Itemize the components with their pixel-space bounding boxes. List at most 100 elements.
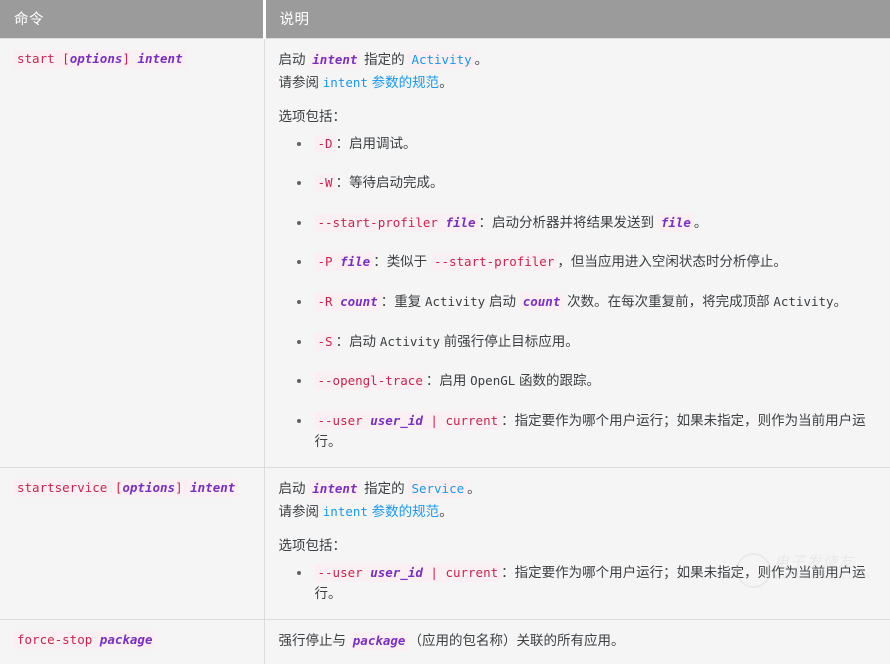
intent-spec-link-label: 参数的规范 — [368, 504, 439, 519]
command-code-startservice-token: intent — [190, 480, 235, 495]
desc1-intent-inline-code: intent — [309, 51, 360, 69]
option-description-text: 重复 — [394, 294, 425, 309]
option-description-text: 启动分析器并将结果发送到 — [492, 215, 658, 230]
option-code-token: count — [340, 294, 378, 309]
command-code-force-stop-token: package — [100, 632, 153, 647]
intent-spec-link-label: 参数的规范 — [368, 75, 439, 90]
description-cell-startservice: 启动 intent 指定的 Service。请参阅 intent 参数的规范。选… — [264, 468, 890, 620]
desc1-mid-text: 指定的 — [360, 481, 408, 496]
desc1-class-inline-code: Service — [408, 480, 467, 498]
option-item: --user user_id | current：指定要作为哪个用户运行；如果未… — [279, 410, 877, 453]
desc1-class-inline-code: Activity — [408, 51, 474, 69]
option-description-inline-code-token: count — [523, 294, 561, 309]
option-code: --start-profiler file — [315, 214, 479, 232]
command-code-force-stop: force-stop package — [14, 631, 155, 649]
desc1-pre-text: 启动 — [279, 52, 310, 67]
desc1-intent-inline-code: intent — [309, 480, 360, 498]
command-code-start-token: ] — [122, 51, 137, 66]
option-code: -W — [315, 174, 336, 192]
option-description-text: 启用调试。 — [349, 136, 417, 151]
command-code-force-stop-token: force-stop — [17, 632, 100, 647]
description-cell-force-stop: 强行停止与 package（应用的包名称）关联的所有应用。 — [264, 619, 890, 664]
description-paragraph: 强行停止与 package（应用的包名称）关联的所有应用。 — [279, 629, 877, 652]
option-description-text: 启动 — [349, 334, 380, 349]
option-separator-text: ： — [479, 215, 493, 230]
option-item: --start-profiler file：启动分析器并将结果发送到 file。 — [279, 212, 877, 234]
option-item: -P file：类似于 --start-profiler，但当应用进入空闲状态时… — [279, 251, 877, 273]
option-description-text: 前强行停止目标应用。 — [440, 334, 579, 349]
option-item: -W：等待启动完成。 — [279, 172, 877, 194]
option-description-text: 函数的跟踪。 — [515, 373, 600, 388]
option-code-token: user_id — [370, 413, 423, 428]
option-code-token: --opengl-trace — [318, 373, 423, 388]
option-code-token: --user — [318, 413, 371, 428]
command-code-start-token: intent — [137, 51, 182, 66]
desc1-mid-text: 指定的 — [360, 52, 408, 67]
option-code-token: --user — [318, 565, 371, 580]
command-code-start-token: [ — [62, 51, 70, 66]
option-description-text: 启动 — [485, 294, 520, 309]
option-description-inline-code: count — [520, 293, 564, 311]
desc1-post-text: 。 — [467, 481, 481, 496]
option-description-inline-code: file — [658, 214, 694, 232]
command-cell-force-stop: force-stop package — [0, 619, 264, 664]
option-separator-text: ： — [336, 334, 350, 349]
spacer — [279, 523, 877, 534]
description-cell-start: 启动 intent 指定的 Activity。请参阅 intent 参数的规范。… — [264, 39, 890, 468]
command-code-startservice: startservice [options] intent — [14, 479, 238, 497]
option-description-inline-mono: Activity — [380, 334, 440, 349]
option-code-token: -S — [318, 334, 333, 349]
description-line-2: 请参阅 intent 参数的规范。 — [279, 500, 877, 523]
description-text: （应用的包名称）关联的所有应用。 — [408, 633, 624, 648]
option-code: -S — [315, 333, 336, 351]
command-code-startservice-token: options — [122, 480, 175, 495]
option-description-text: ，但当应用进入空闲状态时分析停止。 — [557, 254, 787, 269]
desc1-pre-text: 启动 — [279, 481, 310, 496]
desc2-post-text: 。 — [439, 75, 453, 90]
option-code-token: -P — [318, 254, 341, 269]
option-code: --user user_id | current — [315, 564, 502, 582]
option-separator-text: ： — [426, 373, 440, 388]
desc1-post-text: 。 — [475, 52, 489, 67]
command-cell-start: start [options] intent — [0, 39, 264, 468]
option-separator-text: ： — [373, 254, 387, 269]
option-description-inline-code-token: --start-profiler — [434, 254, 554, 269]
option-code: -D — [315, 135, 336, 153]
option-description-text: 。 — [694, 215, 708, 230]
description-text: 强行停止与 — [279, 633, 350, 648]
options-list: -D：启用调试。-W：等待启动完成。--start-profiler file：… — [279, 133, 877, 453]
option-description-text: 类似于 — [387, 254, 431, 269]
option-description-text: 等待启动完成。 — [349, 175, 444, 190]
desc1-intent-inline-code-token: intent — [312, 481, 357, 496]
option-code-token: user_id — [370, 565, 423, 580]
option-description-inline-code: --start-profiler — [431, 253, 557, 271]
command-code-start-token: start — [17, 51, 62, 66]
option-code: -R count — [315, 293, 381, 311]
option-item: -S：启动 Activity 前强行停止目标应用。 — [279, 331, 877, 353]
option-code-token: file — [340, 254, 370, 269]
command-code-startservice-token: ] — [175, 480, 190, 495]
option-separator-text: ： — [501, 413, 515, 428]
intent-spec-link[interactable]: intent 参数的规范 — [323, 504, 439, 519]
command-code-start-token: options — [70, 51, 123, 66]
desc2-pre-text: 请参阅 — [279, 504, 323, 519]
option-separator-text: ： — [336, 175, 350, 190]
option-code-token: -D — [318, 136, 333, 151]
option-code: --user user_id | current — [315, 412, 502, 430]
intent-spec-link[interactable]: intent 参数的规范 — [323, 75, 439, 90]
description-line-1: 启动 intent 指定的 Service。 — [279, 477, 877, 500]
option-item: --opengl-trace：启用 OpenGL 函数的跟踪。 — [279, 370, 877, 392]
option-code-token: --start-profiler — [318, 215, 446, 230]
table-header: 命令 说明 — [0, 0, 890, 39]
command-code-startservice-token: startservice — [17, 480, 115, 495]
desc2-pre-text: 请参阅 — [279, 75, 323, 90]
options-label: 选项包括： — [279, 105, 877, 128]
spacer — [279, 94, 877, 105]
table-row: startservice [options] intent 启动 intent 指… — [0, 468, 890, 620]
option-code-token: | current — [423, 565, 498, 580]
description-inline-code-token: package — [353, 633, 406, 648]
desc1-class-inline-code-token: Service — [411, 481, 464, 496]
command-code-start: start [options] intent — [14, 50, 186, 68]
desc2-post-text: 。 — [439, 504, 453, 519]
column-header-description: 说明 — [264, 0, 890, 39]
